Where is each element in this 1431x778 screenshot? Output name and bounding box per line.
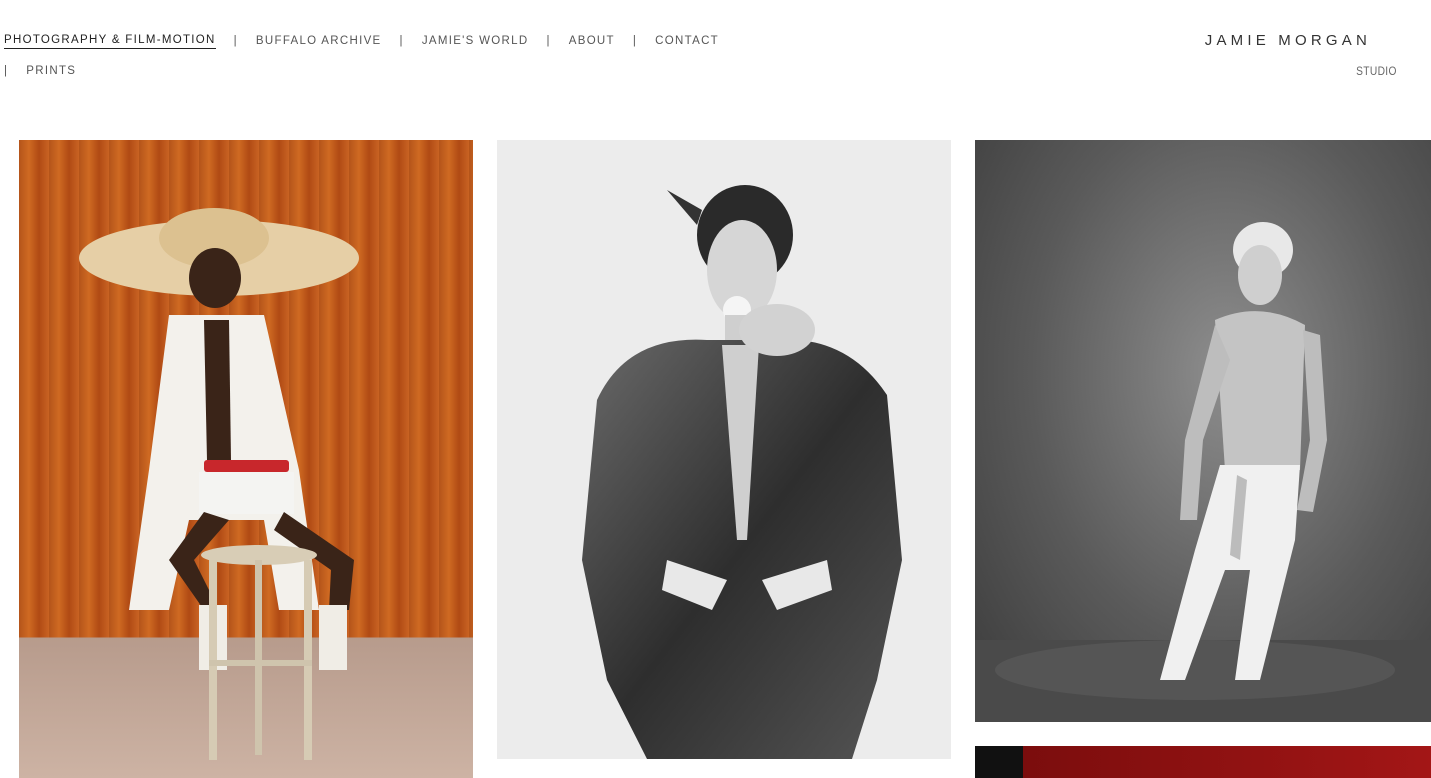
- nav-jamies-world[interactable]: JAMIE'S WORLD: [422, 35, 529, 47]
- brand-name[interactable]: JAMIE MORGAN: [1205, 32, 1371, 49]
- gallery-photo-1[interactable]: [19, 140, 473, 778]
- brand-logo[interactable]: JAMIE MORGAN STUDIO: [1205, 32, 1397, 78]
- nav-separator: |: [632, 35, 638, 47]
- brand-subtitle: STUDIO: [1356, 64, 1397, 78]
- nav-row-1: PHOTOGRAPHY & FILM-MOTION | BUFFALO ARCH…: [4, 34, 764, 49]
- nav-about[interactable]: ABOUT: [569, 35, 615, 47]
- nav-row-2: | PRINTS: [4, 64, 764, 78]
- gallery-photo-4[interactable]: [975, 746, 1431, 778]
- nav-prints[interactable]: PRINTS: [26, 65, 76, 77]
- photo-figure-3: [975, 222, 1431, 722]
- nav-separator: |: [399, 35, 404, 47]
- nav-separator: |: [233, 35, 238, 47]
- photo-figure-1: [79, 208, 359, 760]
- nav-contact[interactable]: CONTACT: [655, 35, 719, 47]
- nav-photography-film-motion[interactable]: PHOTOGRAPHY & FILM-MOTION: [4, 34, 216, 49]
- nav-separator: |: [4, 65, 9, 77]
- gallery-photo-2[interactable]: [497, 140, 951, 759]
- nav-buffalo-archive[interactable]: BUFFALO ARCHIVE: [256, 35, 382, 47]
- main-nav: PHOTOGRAPHY & FILM-MOTION | BUFFALO ARCH…: [4, 34, 764, 78]
- photo-figure-2: [582, 185, 902, 759]
- nav-separator: |: [546, 35, 551, 47]
- gallery-photo-3[interactable]: [975, 140, 1431, 722]
